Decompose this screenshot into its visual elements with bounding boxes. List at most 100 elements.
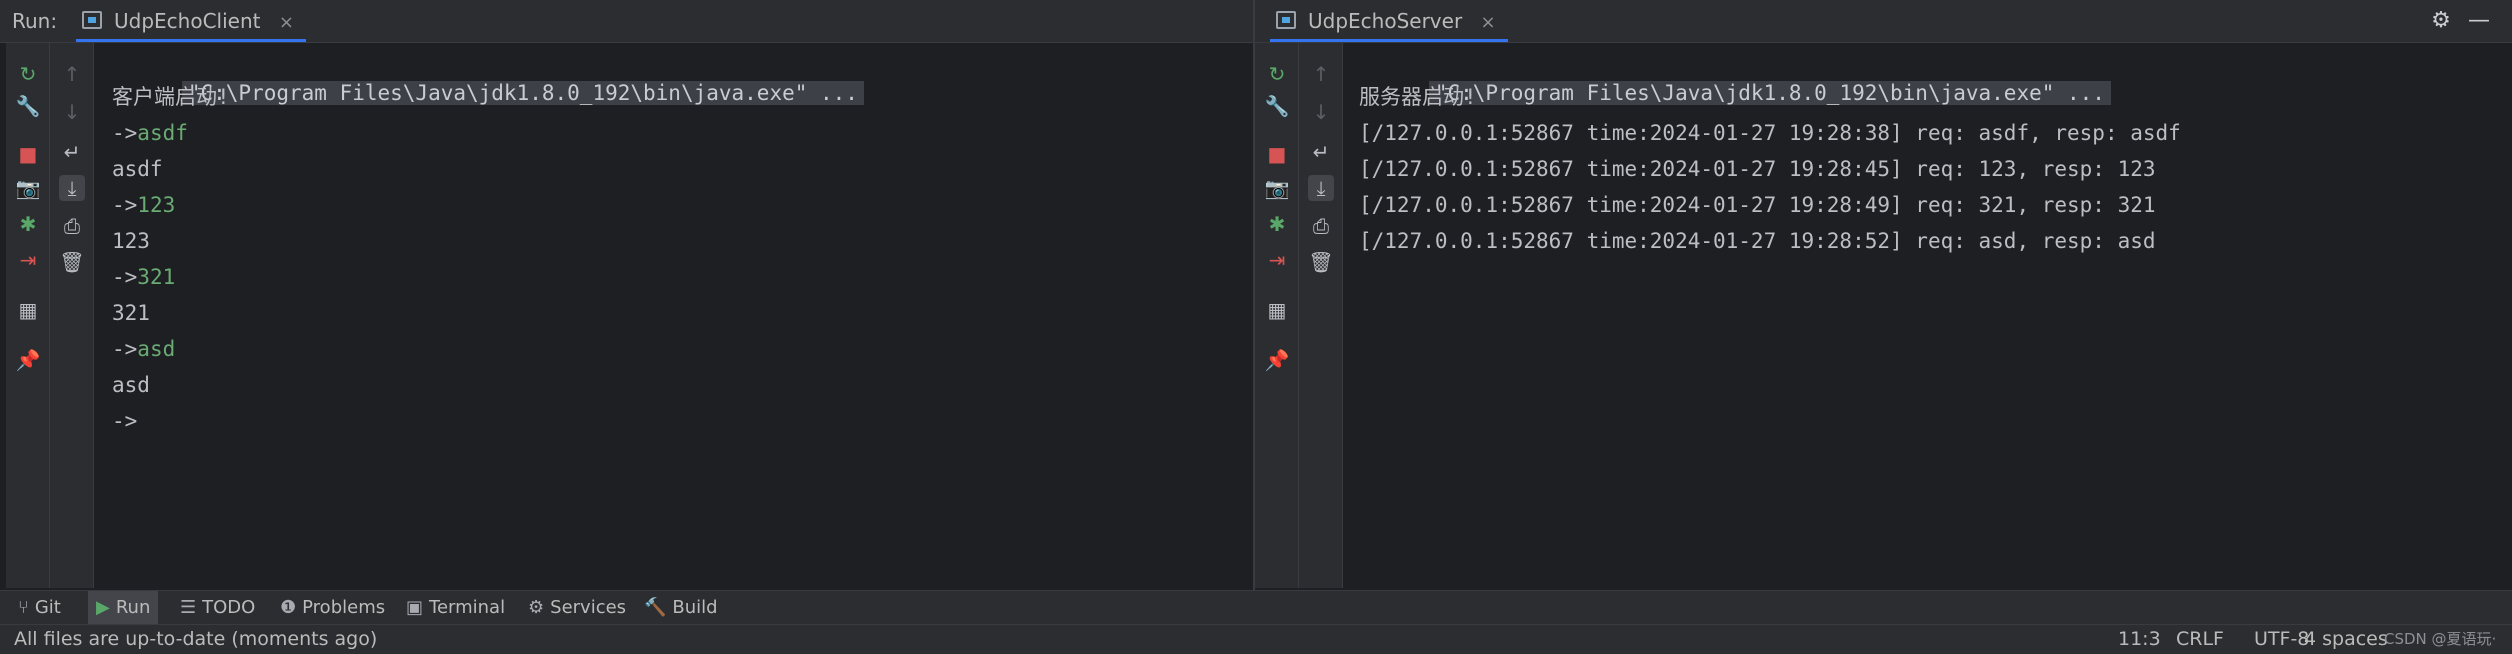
console-line: ->321 <box>112 261 175 293</box>
trash-icon[interactable]: 🗑 <box>1308 249 1334 275</box>
caret-position[interactable]: 11:3 <box>2118 625 2161 654</box>
tool-window-label: TODO <box>202 597 256 618</box>
soft-wrap-icon[interactable]: ↵ <box>1308 139 1334 165</box>
console-line: [/127.0.0.1:52867 time:2024-01-27 19:28:… <box>1359 153 2156 185</box>
console-prompt: -> <box>112 337 138 361</box>
run-actions-toolbar: ↻ 🔧 ■ 📷 ✱ ⇥ ▦ 📌 <box>1255 43 1299 588</box>
up-arrow-icon[interactable]: ↑ <box>1308 61 1334 87</box>
trash-icon[interactable]: 🗑 <box>59 249 85 275</box>
client-console[interactable]: "C:\Program Files\Java\jdk1.8.0_192\bin\… <box>112 43 1242 588</box>
down-arrow-icon[interactable]: ↓ <box>1308 99 1334 125</box>
debug-icon[interactable]: ✱ <box>1264 211 1290 237</box>
indent-setting[interactable]: 4 spaces <box>2304 625 2388 654</box>
console-line: ->123 <box>112 189 175 221</box>
minimize-icon[interactable]: — <box>2464 6 2494 36</box>
file-encoding[interactable]: UTF-8 <box>2254 625 2309 654</box>
server-pane: ↻ 🔧 ■ 📷 ✱ ⇥ ▦ 📌 ↑ ↓ ↵ ⤓ ⎙ 🗑 "C:\Program Files\Java\j… <box>1255 43 2512 588</box>
camera-icon[interactable]: 📷 <box>1264 175 1290 201</box>
rerun-icon[interactable]: ↻ <box>1264 61 1290 87</box>
pin-icon[interactable]: 📌 <box>1264 347 1290 373</box>
stop-icon[interactable]: ■ <box>15 141 41 167</box>
tool-window-label: Problems <box>302 597 386 618</box>
up-arrow-icon[interactable]: ↑ <box>59 61 85 87</box>
services-icon: ⚙ <box>528 597 545 618</box>
line-separator[interactable]: CRLF <box>2176 625 2224 654</box>
tool-window-problems[interactable]: ❶ Problems <box>272 591 393 625</box>
console-prompt: -> <box>112 265 138 289</box>
tool-window-label: Terminal <box>429 597 506 618</box>
command-line: "C:\Program Files\Java\jdk1.8.0_192\bin\… <box>1359 45 2111 105</box>
close-icon[interactable]: × <box>279 12 294 33</box>
console-actions-toolbar: ↑ ↓ ↵ ⤓ ⎙ 🗑 <box>1299 43 1343 588</box>
debug-icon[interactable]: ✱ <box>15 211 41 237</box>
tool-window-label: Run <box>115 597 151 618</box>
terminal-icon: ▣ <box>406 597 424 618</box>
server-console[interactable]: "C:\Program Files\Java\jdk1.8.0_192\bin\… <box>1359 43 2499 588</box>
console-line: asdf <box>112 153 163 185</box>
console-line: [/127.0.0.1:52867 time:2024-01-27 19:28:… <box>1359 189 2156 221</box>
console-line: -> <box>112 405 137 437</box>
print-icon[interactable]: ⎙ <box>1308 213 1334 239</box>
tool-window-label: Services <box>550 597 627 618</box>
tab-udpechoclient[interactable]: UdpEchoClient × <box>76 0 306 42</box>
rerun-icon[interactable]: ↻ <box>15 61 41 87</box>
status-bar: All files are up-to-date (moments ago) 1… <box>0 624 2512 654</box>
console-line: 客户端启动! <box>112 81 230 113</box>
console-line: 321 <box>112 297 150 329</box>
exit-icon[interactable]: ⇥ <box>15 247 41 273</box>
console-line: 123 <box>112 225 150 257</box>
console-output-text: asd <box>112 373 150 397</box>
layout-icon[interactable]: ▦ <box>1264 297 1290 323</box>
console-output-text: [/127.0.0.1:52867 time:2024-01-27 19:28:… <box>1359 193 2156 217</box>
console-line: ->asd <box>112 333 175 365</box>
todo-list-icon: ☰ <box>180 597 197 618</box>
run-label: Run: <box>12 9 58 33</box>
console-prompt: -> <box>112 409 138 433</box>
console-input-text: asd <box>137 337 176 361</box>
tab-label: UdpEchoServer <box>1308 9 1463 33</box>
tool-window-todo[interactable]: ☰ TODO <box>172 591 263 625</box>
console-output-text: 服务器启动! <box>1359 85 1477 109</box>
tab-udpechoserver[interactable]: UdpEchoServer × <box>1270 0 1508 42</box>
gear-icon[interactable]: ⚙ <box>2426 6 2456 36</box>
scroll-to-end-icon[interactable]: ⤓ <box>1308 175 1334 201</box>
soft-wrap-icon[interactable]: ↵ <box>59 139 85 165</box>
console-output-text: [/127.0.0.1:52867 time:2024-01-27 19:28:… <box>1359 157 2156 181</box>
console-line: ->asdf <box>112 117 188 149</box>
console-actions-toolbar: ↑ ↓ ↵ ⤓ ⎙ 🗑 <box>50 43 94 588</box>
tool-window-build[interactable]: 🔨 Build <box>636 591 726 625</box>
status-message[interactable]: All files are up-to-date (moments ago) <box>14 625 377 654</box>
command-text: "C:\Program Files\Java\jdk1.8.0_192\bin\… <box>181 81 864 105</box>
wrench-icon[interactable]: 🔧 <box>15 93 41 119</box>
scroll-to-end-icon[interactable]: ⤓ <box>59 175 85 201</box>
print-icon[interactable]: ⎙ <box>59 213 85 239</box>
tool-window-git[interactable]: ⑂ Git <box>10 591 69 625</box>
console-output-text: [/127.0.0.1:52867 time:2024-01-27 19:28:… <box>1359 229 2156 253</box>
problems-icon: ❶ <box>280 597 297 618</box>
tool-window-run[interactable]: ▶ Run <box>88 591 159 625</box>
pin-icon[interactable]: 📌 <box>15 347 41 373</box>
close-icon[interactable]: × <box>1481 12 1496 33</box>
tool-window-terminal[interactable]: ▣ Terminal <box>398 591 513 625</box>
git-branch-icon: ⑂ <box>18 597 29 618</box>
layout-icon[interactable]: ▦ <box>15 297 41 323</box>
stop-icon[interactable]: ■ <box>1264 141 1290 167</box>
down-arrow-icon[interactable]: ↓ <box>59 99 85 125</box>
camera-icon[interactable]: 📷 <box>15 175 41 201</box>
console-line: [/127.0.0.1:52867 time:2024-01-27 19:28:… <box>1359 117 2181 149</box>
console-input-text: asdf <box>137 121 188 145</box>
command-line: "C:\Program Files\Java\jdk1.8.0_192\bin\… <box>112 45 864 105</box>
run-actions-toolbar: ↻ 🔧 ■ 📷 ✱ ⇥ ▦ 📌 <box>6 43 50 588</box>
console-output-text: 客户端启动! <box>112 85 230 109</box>
console-output-text: asdf <box>112 157 163 181</box>
console-output-text: 123 <box>112 229 150 253</box>
console-output-text: 321 <box>112 301 150 325</box>
run-config-icon <box>82 11 102 29</box>
tool-window-services[interactable]: ⚙ Services <box>520 591 634 625</box>
watermark: CSDN @夏语玩· <box>2384 630 2497 648</box>
wrench-icon[interactable]: 🔧 <box>1264 93 1290 119</box>
exit-icon[interactable]: ⇥ <box>1264 247 1290 273</box>
console-input-text: 123 <box>137 193 176 217</box>
run-icon: ▶ <box>96 597 110 618</box>
tab-label: UdpEchoClient <box>114 9 261 33</box>
